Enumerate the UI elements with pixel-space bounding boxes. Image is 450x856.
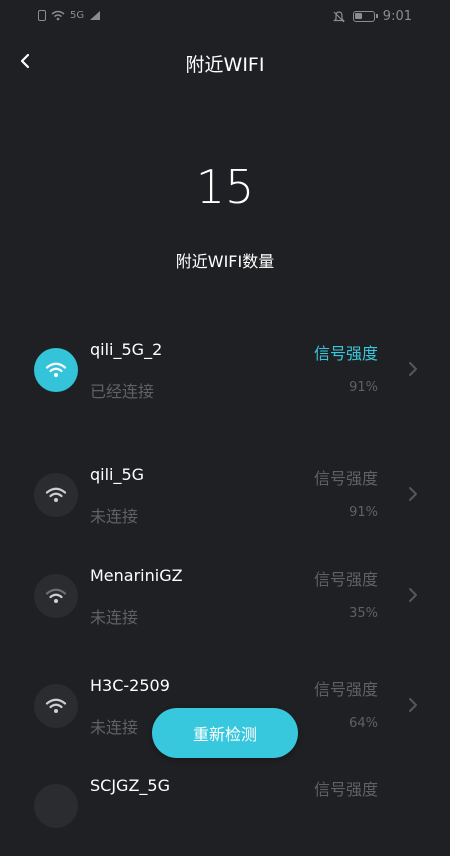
nearby-wifi-count: 15 — [195, 160, 255, 214]
status-bar: 5G 9:01 — [0, 0, 450, 34]
wifi-ssid: H3C-2509 — [90, 676, 170, 695]
wifi-icon-badge — [34, 574, 78, 618]
signal-strength-label: 信号强度 — [313, 570, 378, 589]
wifi-icon — [45, 588, 67, 603]
signal-icon — [90, 11, 101, 20]
sim-card-icon — [38, 10, 46, 21]
clock: 9:01 — [382, 9, 412, 24]
wifi-icon-badge — [34, 684, 78, 728]
signal-strength-label: 信号强度 — [313, 680, 378, 699]
signal-strength-value: 91% — [349, 380, 378, 395]
nearby-wifi-count-label: 附近WIFI数量 — [175, 252, 275, 271]
mute-icon — [332, 10, 345, 22]
wifi-ssid: MenariniGZ — [90, 566, 183, 585]
wifi-icon-badge — [34, 348, 78, 392]
wifi-connection-status: 未连接 — [90, 507, 139, 526]
signal-strength-value: 91% — [349, 505, 378, 520]
wifi-icon — [45, 362, 67, 377]
wifi-status-icon — [51, 10, 65, 21]
wifi-icon — [45, 487, 67, 502]
wifi-connection-status: 未连接 — [90, 608, 139, 627]
network-type-label: 5G — [70, 10, 85, 21]
redetect-button[interactable]: 重新检测 — [152, 708, 298, 758]
wifi-icon-badge — [34, 784, 78, 828]
chevron-right-icon — [409, 362, 417, 376]
wifi-list-item[interactable]: SCJGZ_5G 信号强度 — [0, 776, 450, 856]
signal-strength-value: 35% — [349, 606, 378, 621]
chevron-right-icon — [409, 698, 417, 712]
signal-strength-label: 信号强度 — [313, 344, 378, 363]
wifi-ssid: qili_5G — [90, 465, 145, 484]
wifi-list-item[interactable]: qili_5G 未连接 信号强度 91% — [0, 465, 450, 545]
wifi-ssid: SCJGZ_5G — [90, 776, 170, 795]
wifi-icon-badge — [34, 473, 78, 517]
wifi-list-item[interactable]: MenariniGZ 未连接 信号强度 35% — [0, 566, 450, 646]
signal-strength-label: 信号强度 — [313, 780, 378, 799]
signal-strength-value: 64% — [349, 716, 378, 731]
signal-strength-label: 信号强度 — [313, 469, 378, 488]
chevron-right-icon — [409, 588, 417, 602]
wifi-icon — [45, 698, 67, 713]
status-bar-left: 5G — [38, 10, 101, 21]
wifi-connection-status: 未连接 — [90, 718, 139, 737]
wifi-ssid: qili_5G_2 — [90, 340, 163, 359]
battery-icon — [352, 11, 378, 22]
chevron-right-icon — [409, 487, 417, 501]
wifi-list-item[interactable]: qili_5G_2 已经连接 信号强度 91% — [0, 340, 450, 420]
page-title: 附近WIFI — [185, 54, 265, 76]
wifi-connection-status: 已经连接 — [90, 382, 155, 401]
status-bar-right: 9:01 — [332, 9, 412, 24]
